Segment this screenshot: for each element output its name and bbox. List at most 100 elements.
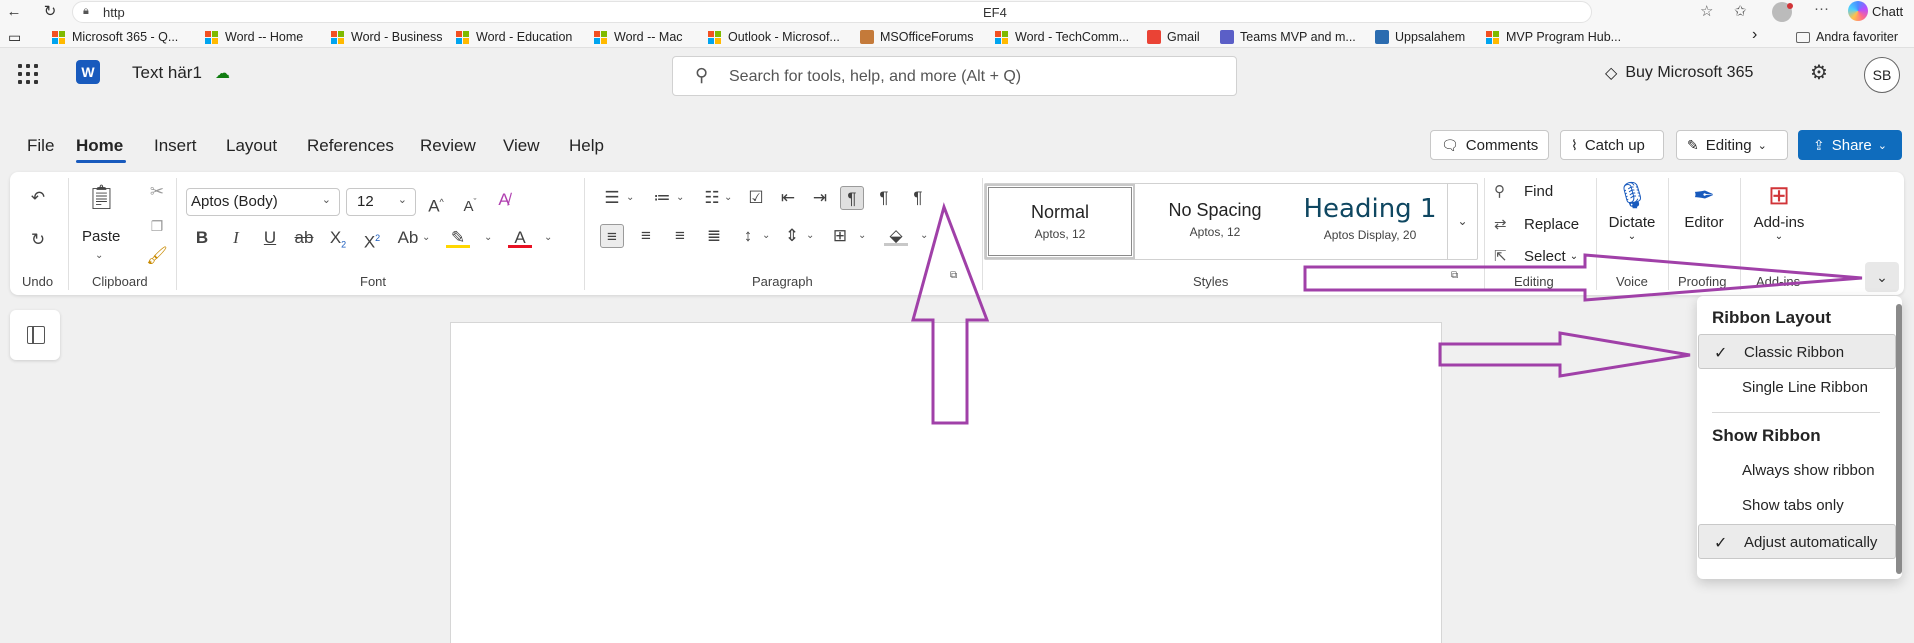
favorite-link[interactable]: Word - TechComm... xyxy=(995,28,1129,46)
grow-font-icon[interactable]: A^ xyxy=(424,190,448,216)
catch-up-button[interactable]: ⌇ Catch up xyxy=(1560,130,1664,160)
tab-actions-icon[interactable]: ▭ xyxy=(8,28,21,46)
show-hide-marks-icon[interactable]: ¶ xyxy=(906,186,930,210)
app-launcher-icon[interactable] xyxy=(18,64,38,84)
style-heading-1[interactable]: Heading 1 Aptos Display, 20 xyxy=(1295,184,1445,259)
menu-item-show-tabs-only[interactable]: Show tabs only xyxy=(1697,488,1896,523)
more-icon[interactable]: ··· xyxy=(1814,0,1829,17)
tab-references[interactable]: References xyxy=(307,136,394,156)
search-input[interactable]: ⚲ Search for tools, help, and more (Alt … xyxy=(672,56,1237,96)
tab-home[interactable]: Home xyxy=(76,136,123,156)
chevron-down-icon[interactable]: ⌄ xyxy=(762,230,770,241)
editor-button[interactable]: ✒ Editor xyxy=(1674,180,1734,231)
chevron-down-icon[interactable]: ⌄ xyxy=(544,232,552,243)
favorite-link[interactable]: Uppsalahem xyxy=(1375,28,1465,46)
font-name-combo[interactable]: Aptos (Body) ⌄ xyxy=(186,188,340,216)
paste-button[interactable]: Paste xyxy=(82,228,120,245)
menu-item-always-show-ribbon[interactable]: Always show ribbon xyxy=(1697,453,1896,488)
menu-item-classic-ribbon[interactable]: ✓ Classic Ribbon xyxy=(1698,334,1896,369)
buy-microsoft-365-button[interactable]: ◇ Buy Microsoft 365 xyxy=(1605,63,1753,83)
favorite-star-icon[interactable]: ☆ xyxy=(1700,2,1713,20)
tab-review[interactable]: Review xyxy=(420,136,476,156)
multilevel-list-icon[interactable]: ☷ xyxy=(700,186,724,210)
decrease-indent-icon[interactable]: ⇤ xyxy=(776,186,800,210)
favorite-link[interactable]: Teams MVP and m... xyxy=(1220,28,1356,46)
cut-icon[interactable]: ✂ xyxy=(145,180,169,204)
favorite-link[interactable]: Microsoft 365 - Q... xyxy=(52,28,178,46)
bullets-icon[interactable]: ☰ xyxy=(600,186,624,210)
paste-icon[interactable]: 📋︎ xyxy=(86,186,116,216)
favorite-link[interactable]: Word - Education xyxy=(456,28,572,46)
subscript-icon[interactable]: X2 xyxy=(326,226,350,250)
align-right-icon[interactable]: ≡ xyxy=(668,224,692,248)
tab-layout[interactable]: Layout xyxy=(226,136,277,156)
style-no-spacing[interactable]: No Spacing Aptos, 12 xyxy=(1135,184,1295,259)
checklist-icon[interactable]: ☑ xyxy=(744,186,768,210)
highlight-icon[interactable]: ✎ xyxy=(446,226,470,248)
format-painter-icon[interactable]: 🖌︎ xyxy=(145,244,169,268)
url-field[interactable]: 🔒︎ http EF4 xyxy=(72,1,1592,23)
chevron-down-icon[interactable]: ⌄ xyxy=(920,230,928,241)
chevron-down-icon[interactable]: ⌄ xyxy=(484,232,492,243)
document-page[interactable] xyxy=(450,322,1442,643)
font-size-combo[interactable]: 12 ⌄ xyxy=(346,188,416,216)
dialog-launcher-icon[interactable]: ⧉ xyxy=(950,270,957,281)
favorite-link[interactable]: Gmail xyxy=(1147,28,1200,46)
favorite-link[interactable]: MVP Program Hub... xyxy=(1486,28,1621,46)
numbering-icon[interactable]: ≔ xyxy=(650,186,674,210)
align-left-icon[interactable]: ≡ xyxy=(600,224,624,248)
paragraph-spacing-icon[interactable]: ⇕ xyxy=(780,224,804,248)
tab-help[interactable]: Help xyxy=(569,136,604,156)
document-title[interactable]: Text här1 xyxy=(132,63,202,83)
chevron-down-icon[interactable]: ⌄ xyxy=(806,230,814,241)
menu-item-adjust-automatically[interactable]: ✓ Adjust automatically xyxy=(1698,524,1896,559)
editing-mode-button[interactable]: ✎ Editing ⌄ xyxy=(1676,130,1788,160)
back-icon[interactable]: ← xyxy=(4,2,24,22)
chevron-down-icon[interactable]: ⌄ xyxy=(95,250,103,261)
font-color-icon[interactable]: A xyxy=(508,226,532,248)
shrink-font-icon[interactable]: Aˇ xyxy=(458,190,482,215)
favorite-link[interactable]: MSOfficeForums xyxy=(860,28,974,46)
copy-icon[interactable]: ❐ xyxy=(145,214,169,238)
tab-file[interactable]: File xyxy=(27,136,54,156)
chevron-down-icon[interactable]: ⌄ xyxy=(858,230,866,241)
styles-dialog-launcher-icon[interactable]: ⧉ xyxy=(1451,270,1458,281)
clear-formatting-icon[interactable]: A̸ xyxy=(492,188,516,212)
bold-icon[interactable]: B xyxy=(190,226,214,250)
comments-button[interactable]: 🗨︎ Comments xyxy=(1430,130,1549,160)
menu-scrollbar[interactable] xyxy=(1896,304,1902,574)
chevron-down-icon[interactable]: ⌄ xyxy=(422,232,430,243)
replace-button[interactable]: ⇄ Replace xyxy=(1494,215,1579,234)
ltr-text-icon[interactable]: ¶ xyxy=(840,186,864,210)
superscript-icon[interactable]: X2 xyxy=(360,226,384,252)
borders-icon[interactable]: ⊞ xyxy=(828,224,852,248)
justify-icon[interactable]: ≣ xyxy=(702,224,726,248)
align-center-icon[interactable]: ≡ xyxy=(634,224,658,248)
italic-icon[interactable]: I xyxy=(224,226,248,250)
increase-indent-icon[interactable]: ⇥ xyxy=(808,186,832,210)
favorite-link[interactable]: Word - Business xyxy=(331,28,442,46)
chevron-right-icon[interactable]: › xyxy=(1752,26,1757,44)
user-avatar[interactable]: SB xyxy=(1864,57,1900,93)
favorites-icon[interactable]: ✩ xyxy=(1734,2,1747,20)
dictate-button[interactable]: 🎙︎ Dictate ⌄ xyxy=(1602,180,1662,242)
navigation-pane-button[interactable] xyxy=(10,310,60,360)
favorite-link[interactable]: Word -- Home xyxy=(205,28,303,46)
addins-button[interactable]: ⊞ Add-ins ⌄ xyxy=(1746,180,1812,242)
undo-icon[interactable]: ↶ xyxy=(26,186,50,210)
favorite-link[interactable]: Word -- Mac xyxy=(594,28,683,46)
shading-icon[interactable]: ⬙ xyxy=(884,224,908,246)
favorite-link[interactable]: Outlook - Microsof... xyxy=(708,28,840,46)
share-button[interactable]: ⇪ Share ⌄ xyxy=(1798,130,1902,160)
chevron-down-icon[interactable]: ⌄ xyxy=(626,192,634,203)
styles-expand-chevron-icon[interactable]: ⌄ xyxy=(1447,184,1477,259)
tab-view[interactable]: View xyxy=(503,136,540,156)
select-button[interactable]: ⇱ Select ⌄ xyxy=(1494,247,1578,266)
redo-icon[interactable]: ↻ xyxy=(26,228,50,252)
cloud-saved-icon[interactable]: ☁︎ xyxy=(215,64,235,82)
style-normal[interactable]: Normal Aptos, 12 xyxy=(985,184,1135,259)
menu-item-single-line-ribbon[interactable]: Single Line Ribbon xyxy=(1697,370,1896,405)
tab-insert[interactable]: Insert xyxy=(154,136,197,156)
change-case-icon[interactable]: Ab xyxy=(396,226,420,250)
chat-label[interactable]: Chatt xyxy=(1872,4,1903,19)
